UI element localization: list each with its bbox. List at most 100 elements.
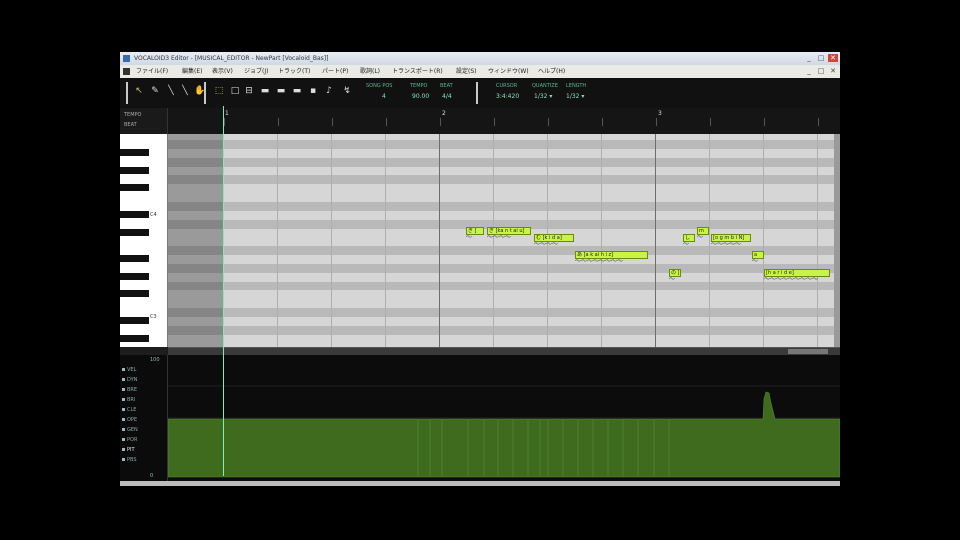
pencil-tool-icon[interactable]: ✎ [150,85,160,97]
eraser-tool-icon[interactable]: ╲ [180,85,190,97]
playhead-cursor[interactable] [223,106,224,476]
black-key[interactable] [120,317,149,324]
note-block[interactable]: [o g m b i N] [711,234,751,242]
pointer-tool-icon[interactable]: ↖ [134,85,144,97]
param-pit[interactable]: PIT [122,447,135,453]
vibrato-curve: 〜 [683,242,690,248]
ruler-tick [440,118,441,126]
ruler-tick [764,118,765,126]
tempo-value[interactable]: 90.00 [412,93,429,100]
vibrato-curve: 〜 [697,235,704,241]
menu-part[interactable]: パート(P) [322,65,348,78]
note-block[interactable]: a [752,251,764,259]
mdi-close-button[interactable]: ✕ [828,66,838,76]
pitch-bend-graph[interactable] [167,355,840,481]
menu-bar: ファイル(F) 編集(E) 表示(V) ジョブ(J) トラック(T) パート(P… [120,65,840,78]
note-block[interactable]: [h a r i d e] [764,269,830,277]
song-pos-label: SONG POS [366,83,393,89]
cursor-value: 3:4:420 [496,93,520,100]
rewind-tool-icon[interactable]: ▬ [276,85,286,97]
black-key[interactable] [120,290,149,298]
timeline-ruler[interactable]: TEMPO BEAT 1 2 3 [120,108,840,134]
select-tool-icon[interactable]: ⬚ [214,85,224,97]
black-key[interactable] [120,255,149,262]
piano-roll-grid[interactable]: ぎ [〜ぎ [ka n t ai u] 〜〜〜〜む [k i d a] 〜〜〜〜あ … [168,134,834,347]
beat-value[interactable]: 4/4 [442,93,452,100]
black-key[interactable] [120,148,149,156]
black-key[interactable] [120,272,149,280]
control-parameter-list: 100 VEL DYN BRE BRI CLE OPE GEN POR PIT PBS 0 [120,355,168,481]
beat-line [277,134,278,347]
line-tool-icon[interactable]: ╲ [166,85,176,97]
menu-help[interactable]: ヘルプ(H) [538,65,565,78]
menu-settings[interactable]: 設定(S) [456,65,477,78]
black-key[interactable] [120,210,149,218]
song-pos-value[interactable]: 4 [382,93,386,100]
menu-window[interactable]: ウィンドウ(W) [488,65,529,78]
param-bri[interactable]: BRI [122,397,135,403]
note-block[interactable]: ぎ [ [466,227,484,235]
note-tool-icon[interactable]: ♪ [324,85,334,97]
note-block[interactable]: む [k i d a] [534,234,574,242]
tempo-row-label: TEMPO [124,112,142,118]
beat-line [439,134,440,347]
black-key[interactable] [120,228,149,236]
note-block[interactable]: あ [a k ai h i z] [575,251,648,259]
param-ope[interactable]: OPE [122,417,137,423]
menu-track[interactable]: トラック(T) [278,65,310,78]
stop-tool-icon[interactable]: ▬ [260,85,270,97]
vertical-scrollbar[interactable] [834,134,840,347]
param-gen[interactable]: GEN [122,427,138,433]
param-cle[interactable]: CLE [122,407,136,413]
note-block[interactable]: の [ [669,269,681,277]
note-block[interactable]: ぎ [ka n t ai u] [487,227,531,235]
grid-tool-icon[interactable]: ⊟ [244,85,254,97]
quantize-label: QUANTIZE [532,83,558,89]
param-label: GEN [127,427,138,433]
play-tool-icon[interactable]: ▬ [292,85,302,97]
param-por[interactable]: POR [122,437,137,443]
menu-view[interactable]: 表示(V) [212,65,233,78]
note-block[interactable]: m [697,227,709,235]
length-select[interactable]: 1/32 ▾ [566,93,584,100]
param-bre[interactable]: BRE [122,387,137,393]
black-key[interactable] [120,184,149,192]
vibrato-curve: 〜〜〜〜〜〜〜〜〜 [764,277,819,283]
beat-label: BEAT [440,83,453,89]
control-curve[interactable] [167,355,840,481]
beat-line [763,134,764,347]
param-label: PBS [127,457,137,463]
menu-lyrics[interactable]: 歌詞(L) [360,65,380,78]
bar-number: 2 [442,110,446,117]
param-pbs[interactable]: PBS [122,457,137,463]
beat-row-label: BEAT [124,122,137,128]
dot-tool-icon[interactable]: ▪ [308,85,318,97]
black-key[interactable] [120,166,149,174]
param-vel[interactable]: VEL [122,367,136,373]
close-button[interactable]: ✕ [828,54,838,62]
note-block[interactable]: し [683,234,695,242]
menu-file[interactable]: ファイル(F) [136,65,168,78]
horizontal-scroll-thumb[interactable] [788,349,828,354]
beat-line [709,134,710,347]
param-dyn[interactable]: DYN [122,377,137,383]
ruler-tick [656,118,657,126]
rest-tool-icon[interactable]: ↯ [342,85,352,97]
maximize-button[interactable]: □ [816,54,826,62]
menu-job[interactable]: ジョブ(J) [244,65,268,78]
toolbar-separator [476,82,478,104]
minimize-button[interactable]: _ [804,54,814,62]
hand-tool-icon[interactable]: ✋ [194,85,205,97]
key-label-c4: C4 [150,212,157,218]
menu-edit[interactable]: 編集(E) [182,65,202,78]
quantize-select[interactable]: 1/32 ▾ [534,93,552,100]
menu-transport[interactable]: トランスポート(R) [392,65,443,78]
radio-dot-icon [122,398,125,401]
black-key[interactable] [120,334,149,342]
mdi-minimize-button[interactable]: _ [804,66,814,76]
vibrato-curve: 〜 [669,277,676,283]
mdi-restore-button[interactable]: □ [816,66,826,76]
control-track-pane: 100 VEL DYN BRE BRI CLE OPE GEN POR PIT PBS 0 [120,355,840,481]
piano-keyboard[interactable]: C4 C3 [120,134,168,347]
box-tool-icon[interactable]: □ [230,85,240,97]
